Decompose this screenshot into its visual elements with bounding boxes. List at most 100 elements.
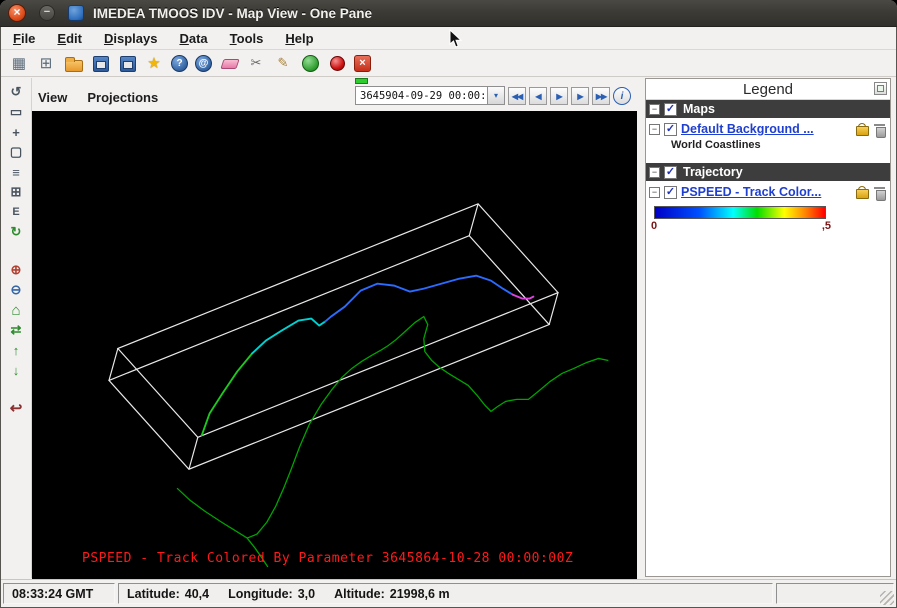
status-spacer	[776, 583, 894, 604]
main-toolbar: ▦ ⊞ ★ ? @ ✂ ✎ ×	[1, 50, 896, 77]
eraser-icon[interactable]	[219, 53, 239, 73]
colorbar-min-label: 0	[651, 220, 657, 232]
menu-tools[interactable]: Tools	[230, 31, 264, 46]
translate-horizontal-icon[interactable]: ⇄	[6, 321, 27, 339]
projections-menu[interactable]: Projections	[87, 90, 158, 105]
titlebar[interactable]: × − IMEDEA TMOOS IDV - Map View - One Pa…	[0, 0, 897, 27]
pan-view-icon[interactable]: +	[6, 123, 27, 141]
grid-icon[interactable]: ⊞	[6, 183, 27, 201]
open-file-icon[interactable]	[63, 53, 83, 73]
clock-display: 08:33:24 GMT	[3, 583, 115, 604]
animation-properties-button[interactable]: i	[613, 87, 631, 105]
maps-visibility-checkbox[interactable]: ✓	[664, 103, 677, 116]
trajectory-visibility-checkbox[interactable]: ✓	[664, 166, 677, 179]
step-back-button[interactable]: ◀	[529, 87, 547, 105]
go-to-start-button[interactable]: ◀◀	[508, 87, 526, 105]
time-value: 3645904-09-29 00:00:00Z	[360, 90, 487, 102]
record-icon[interactable]	[327, 53, 347, 73]
float-legend-button[interactable]	[874, 82, 887, 95]
lock-icon[interactable]	[855, 186, 867, 199]
menu-file[interactable]: File	[13, 31, 35, 46]
longitude-value: 3,0	[298, 587, 315, 601]
menu-displays[interactable]: Displays	[104, 31, 157, 46]
dropdown-icon[interactable]: ▾	[487, 87, 504, 104]
collapse-icon[interactable]: −	[649, 124, 660, 135]
minimize-button[interactable]: −	[39, 5, 55, 21]
colorbar-labels: 0 ,5	[651, 219, 831, 232]
legend-title: Legend	[743, 81, 793, 98]
pspeed-row: − ✓ PSPEED - Track Color...	[646, 181, 890, 201]
trajectory-segment-green	[202, 353, 252, 435]
coastline	[177, 317, 608, 567]
zoom-out-icon[interactable]: ⊖	[6, 281, 27, 299]
globe-icon[interactable]	[300, 53, 320, 73]
home-view-icon[interactable]: ⌂	[6, 301, 27, 319]
mouse-cursor	[449, 29, 462, 48]
time-combobox[interactable]: 3645904-09-29 00:00:00Z ▾	[355, 86, 505, 105]
list-icon[interactable]: ≡	[6, 163, 27, 181]
altitude-label: Altitude:	[334, 587, 385, 601]
view-menu[interactable]: View	[38, 90, 67, 105]
close-button[interactable]: ×	[8, 4, 26, 22]
collapse-icon[interactable]: −	[649, 187, 660, 198]
menu-edit[interactable]: Edit	[57, 31, 82, 46]
delete-icon[interactable]	[874, 186, 885, 199]
show-dashboard-icon[interactable]: ▦	[9, 53, 29, 73]
translate-up-icon[interactable]: ↑	[6, 341, 27, 359]
resize-grip[interactable]	[880, 591, 894, 605]
zoom-in-icon[interactable]: ⊕	[6, 261, 27, 279]
delete-icon[interactable]	[874, 123, 885, 136]
translate-down-icon[interactable]: ↓	[6, 361, 27, 379]
latitude-value: 40,4	[185, 587, 209, 601]
undo-view-icon[interactable]: ↩	[6, 399, 27, 417]
background-visibility-checkbox[interactable]: ✓	[664, 123, 677, 136]
step-forward-button[interactable]: ▶	[571, 87, 589, 105]
view-toolbar: ↺ ▭ + ▢ ≡ ⊞ E ↻ ⊕ ⊖ ⌂ ⇄ ↑ ↓ ↩	[1, 78, 32, 578]
collapse-icon[interactable]: −	[649, 167, 660, 178]
longitude-label: Longitude:	[228, 587, 293, 601]
legend-header: Legend	[646, 79, 890, 100]
help-icon[interactable]: ?	[171, 55, 188, 72]
window-title: IMEDEA TMOOS IDV - Map View - One Pane	[93, 6, 372, 21]
edit-icon[interactable]: ✎	[273, 53, 293, 73]
zoom-box-icon[interactable]: ▭	[6, 103, 27, 121]
lock-icon[interactable]	[855, 123, 867, 136]
colorbar-max-label: ,5	[822, 220, 831, 232]
refresh-view-icon[interactable]: ↻	[6, 223, 27, 241]
play-button[interactable]: ▶	[550, 87, 568, 105]
pspeed-track-link[interactable]: PSPEED - Track Color...	[681, 185, 851, 199]
contact-icon[interactable]: @	[195, 55, 212, 72]
map-graphics	[32, 111, 637, 579]
trajectory-category-header[interactable]: − ✓ Trajectory	[646, 163, 890, 181]
menu-data[interactable]: Data	[179, 31, 207, 46]
trajectory-header-label: Trajectory	[683, 165, 743, 179]
pspeed-visibility-checkbox[interactable]: ✓	[664, 186, 677, 199]
map-panel: View Projections 3645904-09-29 00:00:00Z…	[32, 77, 637, 579]
exit-icon[interactable]: ×	[354, 55, 371, 72]
trajectory-track	[202, 276, 534, 436]
new-display-icon[interactable]: ⊞	[36, 53, 56, 73]
colorbar[interactable]	[654, 206, 826, 219]
save-as-icon[interactable]	[117, 53, 137, 73]
select-region-icon[interactable]: ▢	[6, 143, 27, 161]
altitude-value: 21998,6 m	[390, 587, 450, 601]
wireframe-box	[109, 204, 558, 469]
go-to-end-button[interactable]: ▶▶	[592, 87, 610, 105]
animation-widget: 3645904-09-29 00:00:00Z ▾ ◀◀ ◀ ▶ ▶ ▶▶ i	[355, 86, 631, 105]
menu-help[interactable]: Help	[285, 31, 313, 46]
rotate-view-icon[interactable]: ↺	[6, 83, 27, 101]
collapse-icon[interactable]: −	[649, 104, 660, 115]
save-icon[interactable]	[90, 53, 110, 73]
trajectory-segment-cyan	[252, 319, 325, 354]
default-background-link[interactable]: Default Background ...	[681, 122, 851, 136]
ruler-icon[interactable]: E	[6, 203, 27, 221]
map-canvas[interactable]: PSPEED - Track Colored By Parameter 3645…	[32, 111, 637, 579]
world-coastlines-label: World Coastlines	[646, 138, 890, 154]
latitude-label: Latitude:	[127, 587, 180, 601]
app-icon	[68, 5, 84, 21]
track-annotation: PSPEED - Track Colored By Parameter 3645…	[82, 551, 573, 566]
favorites-icon[interactable]: ★	[144, 53, 164, 73]
cut-icon[interactable]: ✂	[246, 53, 266, 73]
maps-category-header[interactable]: − ✓ Maps	[646, 100, 890, 118]
position-display: Latitude: 40,4 Longitude: 3,0 Altitude: …	[118, 583, 773, 604]
